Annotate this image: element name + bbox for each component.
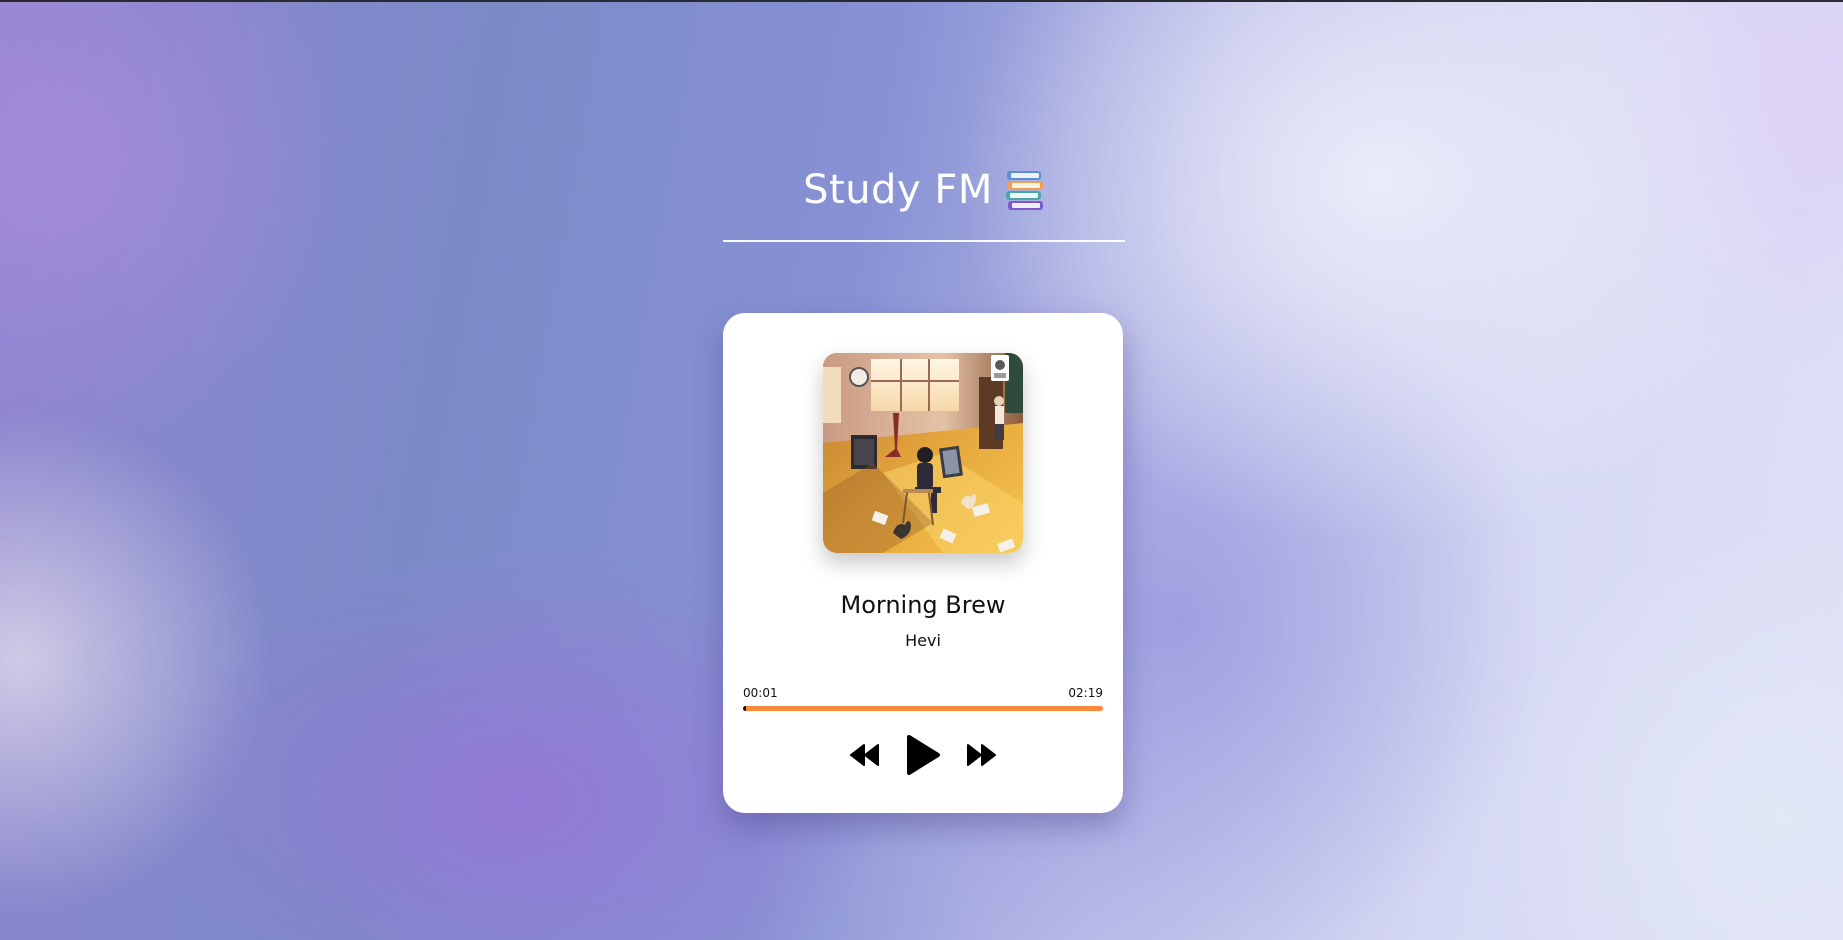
title-row: Study FM (723, 162, 1125, 218)
title-divider (723, 240, 1125, 242)
total-time: 02:19 (1068, 686, 1103, 700)
previous-button[interactable] (849, 742, 881, 771)
player-card: Morning Brew Hevi 00:01 02:19 (723, 313, 1123, 813)
progress-fill (743, 706, 746, 711)
page-title: Study FM (803, 167, 993, 213)
track-title: Morning Brew (840, 591, 1006, 619)
play-icon (905, 734, 941, 779)
progress-bar[interactable] (743, 706, 1103, 711)
current-time: 00:01 (743, 686, 778, 700)
album-art-image (823, 353, 1023, 553)
window-top-border (0, 0, 1843, 2)
track-artist: Hevi (905, 631, 941, 650)
rewind-icon (849, 742, 881, 771)
page-header: Study FM (723, 162, 1125, 218)
play-button[interactable] (905, 734, 941, 779)
playback-controls (723, 731, 1123, 781)
fast-forward-icon (965, 742, 997, 771)
books-icon (1005, 169, 1045, 211)
next-button[interactable] (965, 742, 997, 771)
